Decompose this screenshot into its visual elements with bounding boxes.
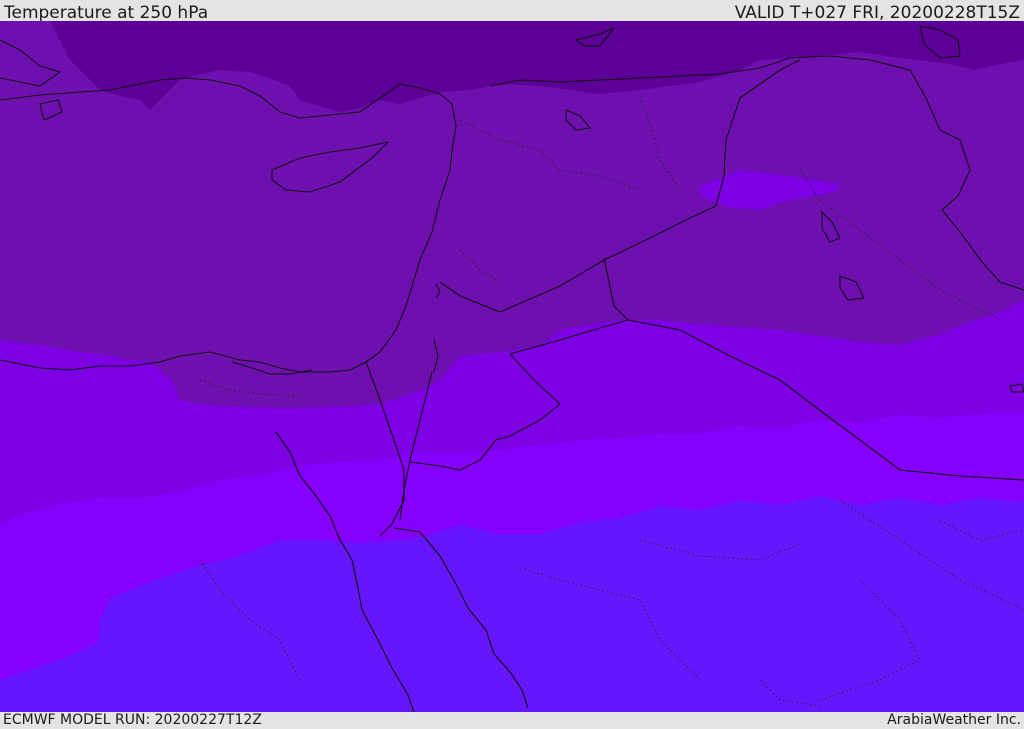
footer-bar: ECMWF MODEL RUN: 20200227T12Z ArabiaWeat…: [0, 712, 1024, 729]
model-run-label: ECMWF MODEL RUN: 20200227T12Z: [3, 712, 262, 728]
temperature-map: [0, 21, 1024, 712]
credit-label: ArabiaWeather Inc.: [887, 712, 1021, 728]
header-bar: Temperature at 250 hPa VALID T+027 FRI, …: [0, 0, 1024, 23]
valid-time: VALID T+027 FRI, 20200228T15Z: [734, 3, 1020, 23]
map-title: Temperature at 250 hPa: [4, 3, 209, 23]
